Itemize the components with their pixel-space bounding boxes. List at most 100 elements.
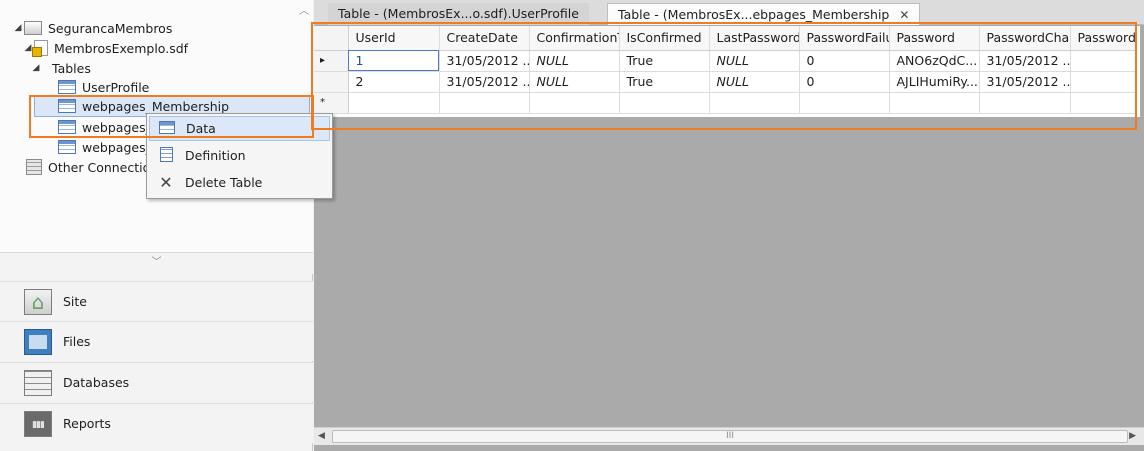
corner-cell[interactable]: [314, 26, 349, 51]
row-header[interactable]: [314, 71, 349, 93]
table-cell[interactable]: [348, 92, 440, 114]
pane-splitter[interactable]: ﹀: [0, 252, 313, 274]
data-grid[interactable]: UserId CreateDate ConfirmationT IsConfir…: [314, 26, 1140, 117]
table-cell[interactable]: [439, 92, 530, 114]
column-header-passwordchanged[interactable]: PasswordChar: [979, 26, 1071, 51]
menu-item-delete-table[interactable]: ✕ Delete Table: [149, 170, 330, 195]
table-cell[interactable]: NULL: [529, 71, 620, 93]
horizontal-scrollbar[interactable]: ◀ III ▶: [314, 427, 1144, 445]
nav-databases-button[interactable]: Databases: [0, 362, 313, 402]
menu-item-label: Data: [186, 121, 216, 136]
table-cell[interactable]: [889, 92, 980, 114]
connections-icon: [26, 159, 42, 175]
table-cell[interactable]: [1070, 92, 1137, 114]
tab-userprofile[interactable]: Table - (MembrosEx...o.sdf).UserProfile: [328, 3, 589, 25]
table-cell[interactable]: AJLIHumiRy...: [889, 71, 980, 93]
table-icon: [58, 120, 76, 134]
nav-reports-button[interactable]: Reports: [0, 403, 313, 443]
site-icon: [24, 288, 52, 315]
nav-site-button[interactable]: Site: [0, 281, 313, 321]
server-icon: [24, 21, 42, 35]
document-area: Table - (MembrosEx...o.sdf).UserProfile …: [314, 0, 1144, 451]
table-cell[interactable]: [619, 92, 710, 114]
nav-site-label: Site: [63, 294, 87, 309]
table-icon: [58, 140, 76, 154]
nav-reports-label: Reports: [63, 416, 111, 431]
close-icon[interactable]: ✕: [899, 8, 909, 22]
tree-tables-label: Tables: [52, 60, 91, 76]
table-cell[interactable]: True: [619, 71, 710, 93]
column-header-passwordsalt[interactable]: PasswordS: [1070, 26, 1137, 51]
tab-label: Table - (MembrosEx...ebpages_Membership: [618, 7, 890, 22]
table-cell[interactable]: [709, 92, 800, 114]
scroll-right-arrow-icon[interactable]: ▶: [1129, 431, 1136, 441]
table-row[interactable]: 2 31/05/2012 ... NULL True NULL 0 AJLIHu…: [314, 71, 1137, 93]
table-cell[interactable]: [529, 92, 620, 114]
table-cell[interactable]: 0: [799, 71, 890, 93]
left-pane: ◢ SegurancaMembros ◢ MembrosExemplo.sdf …: [0, 0, 313, 451]
table-cell[interactable]: NULL: [529, 50, 620, 72]
nav-databases-label: Databases: [63, 375, 130, 390]
folder-icon: [24, 328, 52, 355]
table-cell[interactable]: [1070, 50, 1137, 72]
tree-table-webpages-2[interactable]: webpages_: [58, 117, 152, 137]
header-row: UserId CreateDate ConfirmationT IsConfir…: [314, 26, 1137, 51]
table-row[interactable]: ▸ 1 31/05/2012 ... NULL True NULL 0 ANO6…: [314, 50, 1137, 72]
table-cell[interactable]: [799, 92, 890, 114]
column-header-userid[interactable]: UserId: [348, 26, 440, 51]
column-header-createdate[interactable]: CreateDate: [439, 26, 530, 51]
tree-node-database[interactable]: ◢ MembrosExemplo.sdf: [22, 38, 188, 58]
menu-item-definition[interactable]: Definition: [149, 143, 330, 168]
tree-root-label: SegurancaMembros: [48, 20, 173, 36]
table-cell[interactable]: 31/05/2012 ...: [439, 50, 530, 72]
tree-table-userprofile[interactable]: UserProfile: [58, 77, 149, 97]
tree-node-root[interactable]: ◢ SegurancaMembros: [12, 18, 173, 38]
tree-table-webpages-3[interactable]: webpages_: [58, 137, 152, 157]
nav-files-button[interactable]: Files: [0, 321, 313, 361]
table-cell[interactable]: 31/05/2012 ...: [439, 71, 530, 93]
table-label: webpages_: [82, 119, 152, 135]
column-header-password[interactable]: Password: [889, 26, 980, 51]
table-label: UserProfile: [82, 79, 150, 95]
column-header-confirmationtoken[interactable]: ConfirmationT: [529, 26, 620, 51]
database-icon: [24, 369, 52, 396]
tree-node-tables[interactable]: ◢ Tables: [30, 58, 91, 78]
scrollbar-grip: III: [726, 431, 734, 441]
table-cell[interactable]: 1: [348, 50, 440, 72]
table-data-icon: [159, 120, 175, 134]
column-header-lastpasswordfailure[interactable]: LastPasswordI: [709, 26, 800, 51]
menu-item-data[interactable]: Data: [149, 116, 330, 141]
table-cell[interactable]: [1070, 71, 1137, 93]
scrollbar-thumb[interactable]: III: [332, 430, 1128, 443]
table-cell[interactable]: 31/05/2012 ...: [979, 50, 1071, 72]
column-header-isconfirmed[interactable]: IsConfirmed: [619, 26, 710, 51]
tab-webpages-membership[interactable]: Table - (MembrosEx...ebpages_Membership …: [607, 3, 921, 25]
table-icon: [58, 99, 76, 113]
table-cell[interactable]: 2: [348, 71, 440, 93]
menu-item-label: Definition: [185, 148, 246, 163]
table-cell[interactable]: NULL: [709, 71, 800, 93]
new-row-indicator[interactable]: *: [314, 92, 349, 114]
tab-label: Table - (MembrosEx...o.sdf).UserProfile: [338, 6, 579, 21]
tree-node-other-connections[interactable]: Other Connectio: [26, 157, 150, 177]
column-header-passwordfailures[interactable]: PasswordFailu: [799, 26, 890, 51]
chevron-down-icon[interactable]: ﹀: [152, 257, 162, 268]
new-row[interactable]: *: [314, 92, 1137, 114]
table-cell[interactable]: 31/05/2012 ...: [979, 71, 1071, 93]
scroll-left-arrow-icon[interactable]: ◀: [318, 431, 325, 441]
other-connections-label: Other Connectio: [48, 159, 151, 175]
table-label: webpages_Membership: [82, 98, 230, 114]
table-cell[interactable]: [979, 92, 1071, 114]
collapse-arrow-icon[interactable]: ◢: [12, 23, 24, 33]
table-cell[interactable]: ANO6zQdC...: [889, 50, 980, 72]
database-file-icon: [32, 40, 48, 57]
nav-files-label: Files: [63, 334, 91, 349]
collapse-arrow-icon[interactable]: ◢: [30, 63, 42, 73]
definition-icon: [159, 146, 173, 162]
chevron-up-icon[interactable]: ︿: [299, 2, 309, 17]
tab-bar: Table - (MembrosEx...o.sdf).UserProfile …: [314, 0, 1144, 25]
current-row-indicator[interactable]: ▸: [314, 50, 349, 72]
table-cell[interactable]: 0: [799, 50, 890, 72]
table-cell[interactable]: NULL: [709, 50, 800, 72]
table-cell[interactable]: True: [619, 50, 710, 72]
